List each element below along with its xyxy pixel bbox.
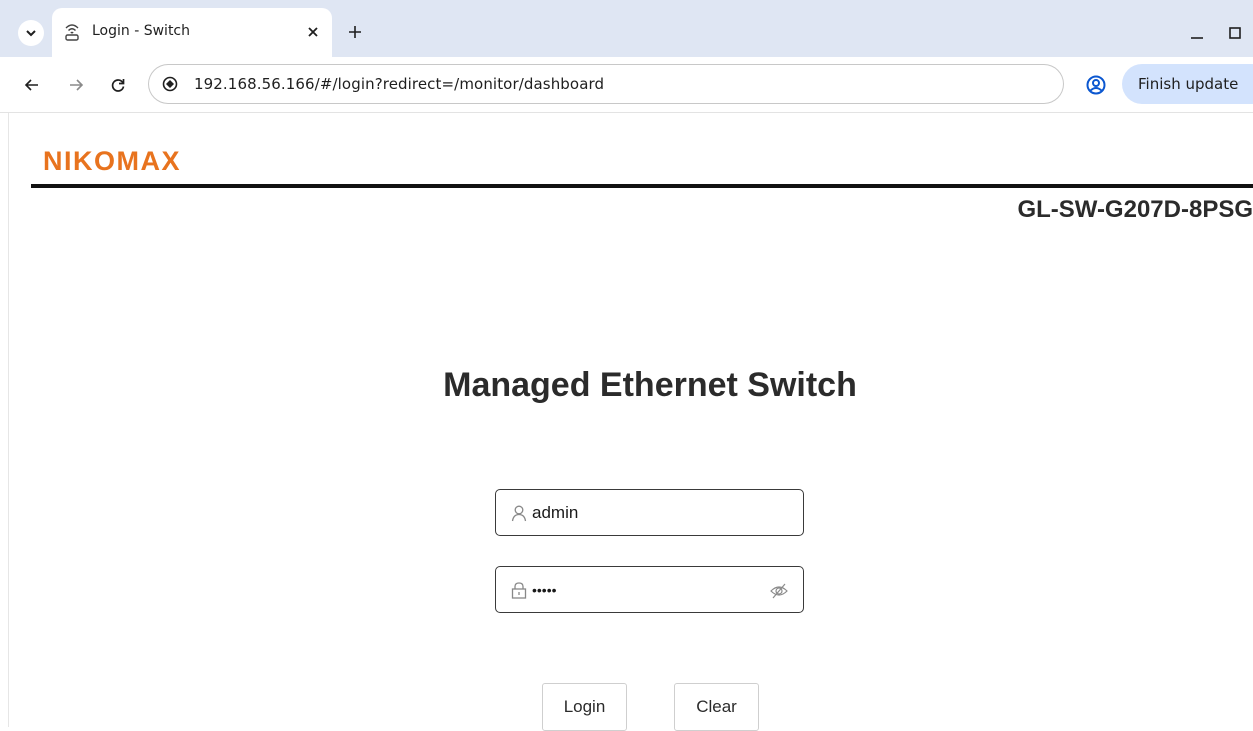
profile-icon[interactable] bbox=[1084, 73, 1108, 97]
finish-update-button[interactable]: Finish update bbox=[1122, 64, 1253, 104]
back-button[interactable] bbox=[21, 74, 43, 96]
device-model: GL-SW-G207D-8PSG bbox=[1017, 196, 1253, 223]
address-text[interactable]: 192.168.56.166/#/login?redirect=/monitor… bbox=[194, 75, 604, 93]
password-input[interactable]: ••••• bbox=[532, 582, 752, 598]
username-field[interactable] bbox=[495, 489, 804, 536]
lock-icon bbox=[511, 582, 527, 599]
maximize-icon[interactable] bbox=[1226, 24, 1244, 42]
arrow-left-icon bbox=[24, 79, 38, 91]
username-input[interactable] bbox=[532, 503, 752, 523]
password-field[interactable]: ••••• bbox=[495, 566, 804, 613]
reload-button[interactable] bbox=[107, 74, 129, 96]
clear-button[interactable]: Clear bbox=[674, 683, 759, 731]
user-icon bbox=[511, 505, 527, 522]
site-info-icon[interactable] bbox=[161, 75, 179, 93]
arrow-right-icon bbox=[70, 79, 84, 91]
page-title: Managed Ethernet Switch bbox=[443, 366, 857, 404]
browser-toolbar: 192.168.56.166/#/login?redirect=/monitor… bbox=[0, 57, 1253, 113]
tab-close-button[interactable] bbox=[304, 23, 322, 41]
header-divider bbox=[31, 184, 1253, 188]
new-tab-button[interactable] bbox=[344, 21, 366, 43]
eye-off-icon[interactable] bbox=[769, 581, 789, 601]
address-bar[interactable]: 192.168.56.166/#/login?redirect=/monitor… bbox=[148, 64, 1064, 104]
close-icon bbox=[308, 27, 318, 37]
page-left-border bbox=[8, 113, 9, 727]
login-button[interactable]: Login bbox=[542, 683, 627, 731]
browser-tab-bar: Login - Switch bbox=[0, 0, 1253, 57]
login-page: NIKOMAX GL-SW-G207D-8PSG Managed Etherne… bbox=[0, 113, 1253, 731]
browser-tab-active[interactable]: Login - Switch bbox=[52, 8, 332, 57]
reload-icon bbox=[111, 79, 125, 92]
svg-text:NIKOMAX: NIKOMAX bbox=[43, 146, 181, 175]
tab-title: Login - Switch bbox=[92, 23, 191, 39]
wifi-router-icon bbox=[65, 24, 79, 41]
nikomax-logo: NIKOMAX bbox=[43, 146, 181, 175]
minimize-icon[interactable] bbox=[1188, 24, 1206, 42]
tab-search-button[interactable] bbox=[18, 20, 44, 46]
forward-button[interactable] bbox=[65, 74, 87, 96]
chevron-down-icon bbox=[26, 30, 36, 37]
plus-icon bbox=[349, 26, 361, 38]
